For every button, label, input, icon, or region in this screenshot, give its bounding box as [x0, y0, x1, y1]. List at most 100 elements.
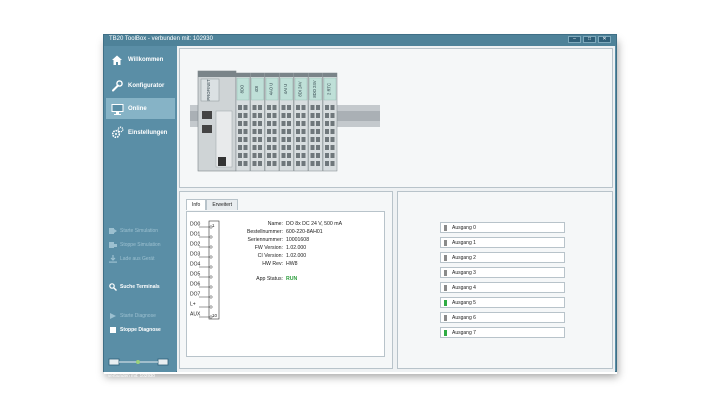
terminal-slot — [316, 153, 320, 158]
terminal-slot — [296, 161, 300, 166]
terminal-slot — [287, 153, 291, 158]
io-module-top — [323, 73, 337, 77]
nav-item-willkommen[interactable]: Willkommen — [106, 49, 175, 70]
device-view-panel: PROFINET 8DO 4DI 4AO U 4AI U 8DI 24V 8DO 24V 2 … — [179, 48, 613, 188]
pin-connector — [209, 255, 213, 259]
terminal-slot — [325, 105, 329, 110]
search-terminals-button[interactable]: Suche Terminals — [109, 283, 160, 291]
output-led-icon — [444, 314, 447, 321]
output-label: Ausgang 5 — [452, 299, 476, 306]
terminal-slot — [272, 121, 277, 126]
pin-connector — [209, 245, 213, 249]
outputs-panel: Ausgang 0 Ausgang 1 Ausgang 2 Ausgang 3 Ausg… — [397, 191, 613, 369]
terminal-slot — [243, 113, 248, 118]
terminal-slot — [238, 153, 242, 158]
terminal-slot — [325, 153, 329, 158]
start-simulation-button[interactable]: Starte Simulation — [109, 227, 158, 235]
io-module-top — [250, 73, 265, 77]
pin-label: DO2 — [190, 242, 201, 248]
module-label: 4DI — [254, 86, 259, 93]
terminal-slot — [296, 105, 300, 110]
terminal-slot — [316, 137, 320, 142]
nav-item-konfigurator[interactable]: Konfigurator — [106, 75, 175, 96]
terminal-slot — [296, 145, 300, 150]
terminal-slot — [325, 145, 329, 150]
terminal-slot — [330, 129, 335, 134]
pin-connector — [209, 285, 213, 289]
field-hw-rev: HW Rev: HW8 — [262, 261, 298, 267]
io-module-top — [279, 73, 294, 77]
terminal-slot — [272, 161, 277, 166]
terminal-slot — [243, 105, 248, 110]
start-diagnosis-button[interactable]: Starte Diagnose — [109, 312, 156, 320]
terminal-slot — [316, 105, 320, 110]
output-label: Ausgang 6 — [452, 314, 476, 321]
sidebar: Willkommen Konfigurator Online Einstellu… — [104, 46, 176, 378]
terminal-slot — [325, 121, 329, 126]
nav-item-einstellungen[interactable]: Einstellungen — [106, 122, 175, 143]
output-row[interactable]: Ausgang 4 — [440, 282, 565, 293]
terminal-slot — [272, 153, 277, 158]
output-row[interactable]: Ausgang 0 — [440, 222, 565, 233]
terminal-slot — [301, 161, 306, 166]
output-row[interactable]: Ausgang 5 — [440, 297, 565, 308]
terminal-slot — [301, 145, 306, 150]
pin-label: DO5 — [190, 272, 201, 278]
terminal-slot — [301, 121, 306, 126]
head-module-top — [198, 71, 236, 77]
nav-label: Konfigurator — [128, 82, 165, 89]
terminal-slot — [252, 121, 257, 126]
pin-label: DO3 — [190, 252, 201, 258]
terminal-slot — [325, 113, 329, 118]
output-row[interactable]: Ausgang 7 — [440, 327, 565, 338]
title-bar[interactable]: TB20 ToolBox - verbunden mit: 102930 – □… — [104, 35, 616, 46]
terminal-slot — [330, 113, 335, 118]
connection-icon — [108, 358, 169, 366]
output-row[interactable]: Ausgang 3 — [440, 267, 565, 278]
terminal-slot — [301, 137, 306, 142]
stop-icon — [109, 326, 117, 334]
pin-label: DO7 — [190, 292, 201, 298]
terminal-slot — [296, 113, 300, 118]
output-label: Ausgang 2 — [452, 254, 476, 261]
output-row[interactable]: Ausgang 6 — [440, 312, 565, 323]
terminal-slot — [238, 129, 242, 134]
pin-label: DO1 — [190, 232, 201, 238]
search-icon — [109, 283, 117, 291]
terminal-slot — [281, 161, 286, 166]
output-row[interactable]: Ausgang 2 — [440, 252, 565, 263]
terminal-slot — [252, 129, 257, 134]
terminal-slot — [243, 129, 248, 134]
output-label: Ausgang 7 — [452, 329, 476, 336]
tab-info[interactable]: Info — [186, 199, 207, 210]
tab-erweitert[interactable]: Erweitert — [206, 199, 239, 210]
terminal-slot — [287, 121, 291, 126]
terminal-slot — [316, 113, 320, 118]
terminal-slot — [287, 105, 291, 110]
terminal-slot — [243, 145, 248, 150]
io-module-top — [265, 73, 279, 77]
maximize-button[interactable]: □ — [583, 36, 596, 43]
module-label: 4AO U — [268, 83, 273, 96]
terminal-slot — [296, 129, 300, 134]
terminal-slot — [272, 105, 277, 110]
terminal-slot — [238, 105, 242, 110]
terminal-slot — [310, 153, 315, 158]
output-led-icon — [444, 254, 447, 261]
load-from-device-button[interactable]: Lade aus Gerät — [109, 255, 154, 263]
output-row[interactable]: Ausgang 1 — [440, 237, 565, 248]
terminal-slot — [243, 153, 248, 158]
terminal-slot — [301, 153, 306, 158]
pin-label: DO4 — [190, 262, 201, 268]
stop-diagnosis-button[interactable]: Stoppe Diagnose — [109, 326, 161, 334]
minimize-button[interactable]: – — [568, 36, 581, 43]
terminal-slot — [287, 161, 291, 166]
close-button[interactable]: ✕ — [598, 36, 611, 43]
terminal-slot — [310, 129, 315, 134]
output-led-icon — [444, 329, 447, 336]
download-icon — [109, 255, 117, 263]
stop-simulation-button[interactable]: Stoppe Simulation — [109, 241, 161, 249]
device-image[interactable]: PROFINET 8DO 4DI 4AO U 4AI U 8DI 24V 8DO 24V 2 … — [190, 65, 380, 175]
connection-status: verbunden mit: 102930 — [108, 354, 170, 378]
nav-item-online[interactable]: Online — [106, 98, 175, 119]
